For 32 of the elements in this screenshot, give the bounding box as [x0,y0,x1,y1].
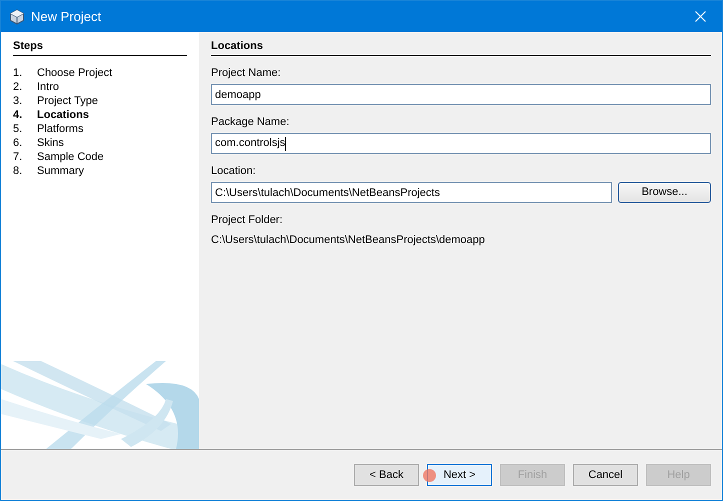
close-icon[interactable] [694,11,706,22]
step-label: Project Type [37,94,98,108]
step-number: 1. [13,66,24,80]
steps-heading: Steps [13,40,187,56]
field-label: Project Folder: [211,213,284,228]
step-label: Skins [37,136,64,150]
window-title: New Project [31,8,102,26]
folder-path: C:\Users\tulach\Documents\NetBeansProjects\demoapp [211,233,486,248]
section-heading: Locations [211,40,711,56]
step-number: 8. [13,164,24,178]
step-number: 7. [13,150,24,164]
step-number: 3. [13,94,24,108]
step-label: Platforms [37,122,84,136]
field-label: Project Name: [211,66,282,80]
step-label: Choose Project [37,66,112,80]
field-label: Package Name: [211,115,290,130]
text-field[interactable]: C:\Users\tulach\Documents\NetBeansProjects [211,182,612,204]
text-field[interactable]: demoapp [211,84,711,106]
step-label: Summary [37,164,84,178]
step-number: 5. [13,122,24,136]
step-number: 4. [13,108,24,122]
step-number: 2. [13,80,24,94]
browse-button[interactable]: Browse... [618,182,711,204]
app-icon [9,8,25,24]
step-label: Locations [37,108,89,122]
dialog-button[interactable]: Cancel [573,464,638,486]
step-number: 6. [13,136,24,150]
text-field[interactable]: com.controlsjs [211,133,711,154]
step-label: Sample Code [37,150,104,164]
dialog-button[interactable]: < Back [354,464,419,486]
field-label: Location: [211,164,257,178]
step-label: Intro [37,80,60,94]
